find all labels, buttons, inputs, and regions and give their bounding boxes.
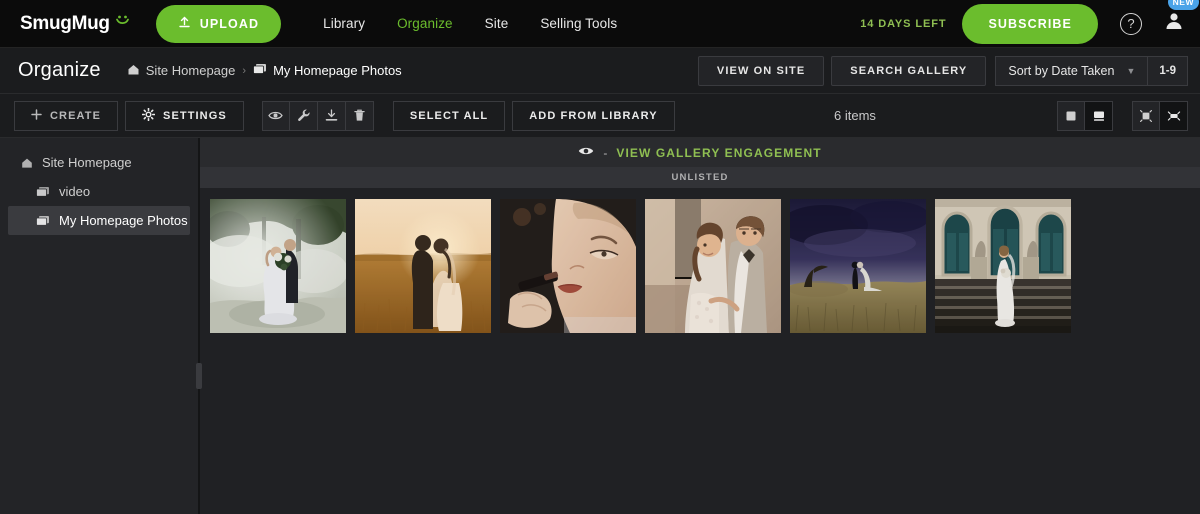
view-gallery-engagement-link[interactable]: VIEW GALLERY ENGAGEMENT xyxy=(616,146,821,160)
subscribe-button[interactable]: SUBSCRIBE xyxy=(962,3,1098,44)
layout-toggle-group xyxy=(1057,100,1113,131)
body-area: Site Homepage video My Homepage Photos -… xyxy=(0,138,1200,514)
gallery-icon xyxy=(253,63,267,78)
trash-icon[interactable] xyxy=(345,100,374,131)
sidebar-tree: Site Homepage video My Homepage Photos xyxy=(0,138,198,514)
items-count: 6 items xyxy=(834,108,876,123)
photo-thumbnail-couple-portrait-warm[interactable] xyxy=(645,199,781,333)
upload-label: UPLOAD xyxy=(199,16,260,31)
logo-text: SmugMug xyxy=(20,12,110,34)
range-button[interactable]: 1-9 xyxy=(1147,55,1188,86)
sort-value: Sort by Date Taken xyxy=(1008,63,1115,78)
sidebar-item-video[interactable]: video xyxy=(8,177,190,206)
breadcrumb-separator: › xyxy=(242,64,247,77)
nav-right-group: 14 DAYS LEFT SUBSCRIBE ? NEW xyxy=(860,0,1200,44)
sort-group: Sort by Date Taken ▼ 1-9 xyxy=(995,55,1188,86)
new-badge: NEW xyxy=(1167,0,1199,10)
smugmug-logo[interactable]: SmugMug xyxy=(20,12,131,35)
sidebar-item-label: video xyxy=(59,184,91,199)
breadcrumb-label: My Homepage Photos xyxy=(273,63,402,78)
home-icon xyxy=(21,157,33,169)
item-action-icons xyxy=(261,100,374,131)
sidebar-resize-divider[interactable] xyxy=(196,138,202,514)
chevron-down-icon: ▼ xyxy=(1126,65,1136,76)
status-badge: UNLISTED xyxy=(671,172,729,183)
gallery-icon xyxy=(36,186,50,198)
view-on-site-button[interactable]: VIEW ON SITE xyxy=(697,55,825,86)
sidebar-item-my-homepage-photos[interactable]: My Homepage Photos xyxy=(8,206,190,235)
nav-link-library[interactable]: Library xyxy=(307,16,381,31)
gallery-content: - VIEW GALLERY ENGAGEMENT UNLISTED xyxy=(200,138,1200,514)
nav-link-organize[interactable]: Organize xyxy=(381,16,469,31)
selection-actions: SELECT ALL ADD FROM LIBRARY xyxy=(392,100,675,131)
gear-icon xyxy=(141,107,156,124)
create-label: CREATE xyxy=(50,109,102,122)
add-from-library-button[interactable]: ADD FROM LIBRARY xyxy=(512,100,675,131)
search-gallery-button[interactable]: SEARCH GALLERY xyxy=(831,55,987,86)
photo-thumbnail-bride-palace-steps[interactable] xyxy=(935,199,1071,333)
gallery-icon xyxy=(36,215,50,227)
wrench-icon[interactable] xyxy=(289,100,318,131)
smile-icon xyxy=(114,12,131,35)
breadcrumb-label: Site Homepage xyxy=(145,63,236,78)
gallery-engagement-bar: - VIEW GALLERY ENGAGEMENT xyxy=(200,138,1200,167)
breadcrumb-item-my-homepage-photos[interactable]: My Homepage Photos xyxy=(253,63,402,78)
trial-days-left: 14 DAYS LEFT xyxy=(860,17,947,30)
grid-view-icon[interactable] xyxy=(1057,100,1085,131)
sidebar-item-site-homepage[interactable]: Site Homepage xyxy=(8,148,190,177)
breadcrumb: Site Homepage › My Homepage Photos xyxy=(127,63,402,79)
select-all-button[interactable]: SELECT ALL xyxy=(392,100,506,131)
eye-icon[interactable] xyxy=(261,100,290,131)
eye-icon xyxy=(578,145,594,160)
page-title: Organize xyxy=(18,59,101,81)
home-icon xyxy=(127,63,140,79)
breadcrumb-item-site-homepage[interactable]: Site Homepage xyxy=(127,63,236,79)
resize-grip-handle[interactable] xyxy=(196,363,202,389)
breadcrumb-bar: Organize Site Homepage › My Homepage Pho… xyxy=(0,48,1200,94)
photo-grid xyxy=(200,189,1200,333)
small-thumb-icon[interactable] xyxy=(1132,100,1160,131)
upload-arrow-icon xyxy=(178,16,191,32)
upload-button[interactable]: UPLOAD xyxy=(155,4,282,43)
detail-view-icon[interactable] xyxy=(1085,100,1113,131)
nav-link-site[interactable]: Site xyxy=(469,16,525,31)
action-toolbar: CREATE SETTINGS SELECT ALL ADD FROM LIBR… xyxy=(0,94,1200,138)
view-toggle-groups xyxy=(1057,100,1200,131)
thumbnail-size-toggle-group xyxy=(1132,100,1188,131)
user-avatar-icon xyxy=(1162,11,1186,39)
question-mark-icon[interactable]: ? xyxy=(1120,12,1142,35)
plus-icon xyxy=(31,108,42,123)
create-button[interactable]: CREATE xyxy=(14,100,119,131)
photo-thumbnail-couple-sunset-field[interactable] xyxy=(355,199,491,333)
avatar[interactable]: NEW xyxy=(1162,0,1199,39)
download-icon[interactable] xyxy=(317,100,346,131)
photo-thumbnail-bride-groom-misty-forest[interactable] xyxy=(210,199,346,333)
photo-thumbnail-couple-stormy-sky[interactable] xyxy=(790,199,926,333)
sort-select[interactable]: Sort by Date Taken ▼ xyxy=(995,55,1148,86)
main-nav-links: Library Organize Site Selling Tools xyxy=(307,16,633,31)
large-thumb-icon[interactable] xyxy=(1160,100,1188,131)
sidebar-item-label: My Homepage Photos xyxy=(59,213,188,228)
engagement-value: - xyxy=(603,145,608,160)
sidebar-item-label: Site Homepage xyxy=(42,155,132,170)
unlisted-status-bar: UNLISTED xyxy=(200,167,1200,189)
top-navigation-bar: SmugMug UPLOAD Library Organize Site Sel… xyxy=(0,0,1200,48)
photo-thumbnail-bridal-makeup-closeup[interactable] xyxy=(500,199,636,333)
settings-label: SETTINGS xyxy=(163,109,227,122)
nav-link-selling-tools[interactable]: Selling Tools xyxy=(524,16,633,31)
breadcrumb-actions: VIEW ON SITE SEARCH GALLERY Sort by Date… xyxy=(697,55,1200,86)
settings-button[interactable]: SETTINGS xyxy=(125,100,244,131)
